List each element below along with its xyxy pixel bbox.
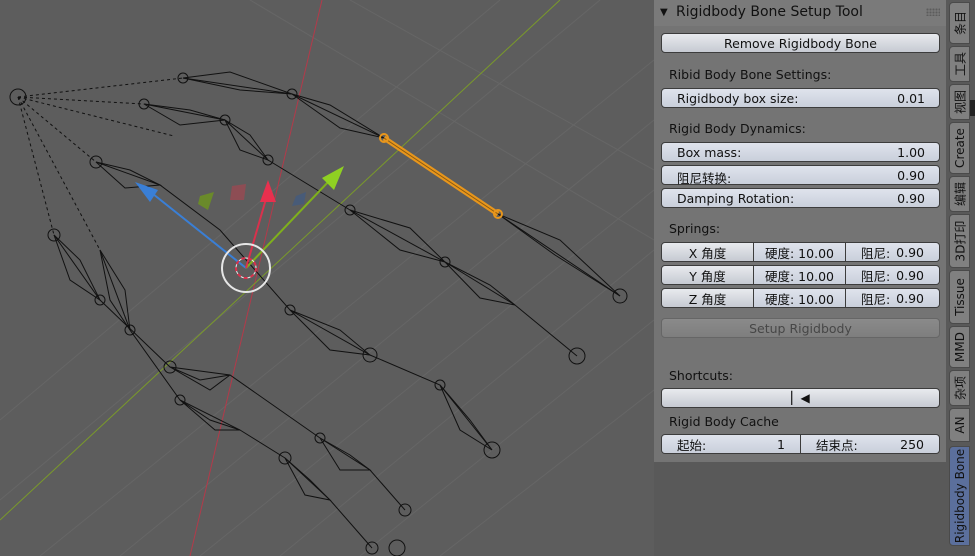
damping-translation-value: 0.90	[897, 168, 925, 183]
spring-row-z: Z 角度 硬度: 10.00 阻尼: 0.90	[661, 288, 940, 308]
spring-x-damping-value: 0.90	[896, 244, 924, 260]
spring-x-damping-field[interactable]: 阻尼: 0.90	[846, 243, 939, 261]
cache-end-label: 结束点:	[816, 437, 858, 453]
tab-9[interactable]: AN	[949, 408, 970, 442]
box-size-label: Rigidbody box size:	[677, 91, 799, 106]
y-axis-line	[0, 0, 561, 521]
box-mass-value: 1.00	[897, 145, 925, 160]
damping-rotation-field[interactable]: Damping Rotation: 0.90	[661, 188, 940, 208]
dynamics-label: Rigid Body Dynamics:	[669, 121, 806, 136]
damping-translation-label: 阻尼转换:	[677, 171, 732, 186]
jump-to-start-icon: ▏◀	[791, 391, 810, 405]
box-size-value: 0.01	[897, 91, 925, 106]
shortcuts-label: Shortcuts:	[669, 368, 733, 383]
armature-scene	[0, 0, 654, 556]
box-size-field[interactable]: Rigidbody box size: 0.01	[661, 88, 940, 108]
remove-rigidbody-bone-button[interactable]: Remove Rigidbody Bone	[661, 33, 940, 53]
cache-end-value: 250	[900, 436, 924, 452]
cache-frame-row: 起始: 1 结束点: 250	[661, 434, 940, 454]
tab-label: 编辑	[953, 181, 967, 207]
3d-viewport[interactable]	[0, 0, 654, 556]
damping-rotation-value: 0.90	[897, 191, 925, 206]
cache-end-field[interactable]: 结束点: 250	[801, 435, 939, 453]
tab-label: 杂项	[953, 375, 967, 401]
collapse-triangle-icon[interactable]: ▼	[660, 7, 668, 18]
springs-label: Springs:	[669, 221, 721, 236]
spring-x-stiffness-field[interactable]: 硬度: 10.00	[754, 243, 846, 261]
grid-lines	[0, 0, 654, 556]
armature-bones	[9, 71, 628, 556]
tab-label: 工具	[953, 51, 967, 77]
spring-row-x: X 角度 硬度: 10.00 阻尼: 0.90	[661, 242, 940, 262]
spring-z-damping-value: 0.90	[896, 290, 924, 306]
tab-rigidbody-bone[interactable]: Rigidbody Bone	[949, 446, 970, 546]
cache-start-label: 起始:	[677, 437, 707, 453]
tab-label: Create	[952, 128, 967, 168]
cache-start-field[interactable]: 起始: 1	[662, 435, 801, 453]
tab-label: Tissue	[952, 278, 967, 316]
spring-z-stiffness-field[interactable]: 硬度: 10.00	[754, 289, 846, 307]
cache-label: Rigid Body Cache	[669, 414, 779, 429]
spring-y-axis-button[interactable]: Y 角度	[662, 266, 754, 284]
spring-z-damping-field[interactable]: 阻尼: 0.90	[846, 289, 939, 307]
box-mass-label: Box mass:	[677, 145, 742, 160]
panel-empty-area	[654, 462, 946, 556]
region-edge-handle[interactable]	[970, 100, 975, 116]
tab-label: AN	[952, 416, 967, 434]
spring-y-damping-label: 阻尼:	[861, 268, 891, 284]
tab-label: MMD	[952, 332, 967, 362]
tab-label: 视图	[953, 89, 967, 115]
tab-4[interactable]: 编辑	[949, 176, 970, 212]
tab-7[interactable]: MMD	[949, 326, 970, 368]
jump-to-start-button[interactable]: ▏◀	[661, 388, 940, 408]
spring-z-axis-button[interactable]: Z 角度	[662, 289, 754, 307]
setup-rigidbody-button[interactable]: Setup Rigidbody	[661, 318, 940, 338]
bone-settings-label: Ribid Body Bone Settings:	[669, 67, 832, 82]
box-mass-field[interactable]: Box mass: 1.00	[661, 142, 940, 162]
selected-bone[interactable]	[379, 133, 503, 219]
cache-start-value: 1	[777, 436, 785, 452]
spring-x-axis-button[interactable]: X 角度	[662, 243, 754, 261]
spring-x-damping-label: 阻尼:	[861, 245, 891, 261]
damping-rotation-label: Damping Rotation:	[677, 191, 795, 206]
panel-title: Rigidbody Bone Setup Tool	[676, 4, 863, 20]
tab-2[interactable]: 视图	[949, 84, 970, 120]
tab-5[interactable]: 3D打印	[949, 214, 970, 268]
spring-y-stiffness-field[interactable]: 硬度: 10.00	[754, 266, 846, 284]
tool-shelf-panel: ▼ Rigidbody Bone Setup Tool Remove Rigid…	[654, 0, 946, 556]
tab-8[interactable]: 杂项	[949, 370, 970, 406]
tab-label: 3D打印	[953, 220, 967, 262]
tab-label: 条目	[953, 10, 967, 36]
spring-y-damping-field[interactable]: 阻尼: 0.90	[846, 266, 939, 284]
spring-y-damping-value: 0.90	[896, 267, 924, 283]
panel-header[interactable]: ▼ Rigidbody Bone Setup Tool	[654, 0, 946, 26]
tab-0[interactable]: 条目	[949, 2, 970, 44]
tab-1[interactable]: 工具	[949, 46, 970, 82]
damping-translation-field[interactable]: 阻尼转换: 0.90	[661, 165, 940, 186]
tool-tabs: 条目 工具 视图 Create 编辑 3D打印 Tissue MMD 杂项 AN…	[946, 0, 975, 556]
spring-z-damping-label: 阻尼:	[861, 291, 891, 307]
spring-row-y: Y 角度 硬度: 10.00 阻尼: 0.90	[661, 265, 940, 285]
tab-label: Rigidbody Bone	[952, 448, 967, 544]
tab-6[interactable]: Tissue	[949, 270, 970, 324]
tab-3[interactable]: Create	[949, 122, 970, 174]
drag-grip-icon[interactable]	[926, 8, 940, 16]
